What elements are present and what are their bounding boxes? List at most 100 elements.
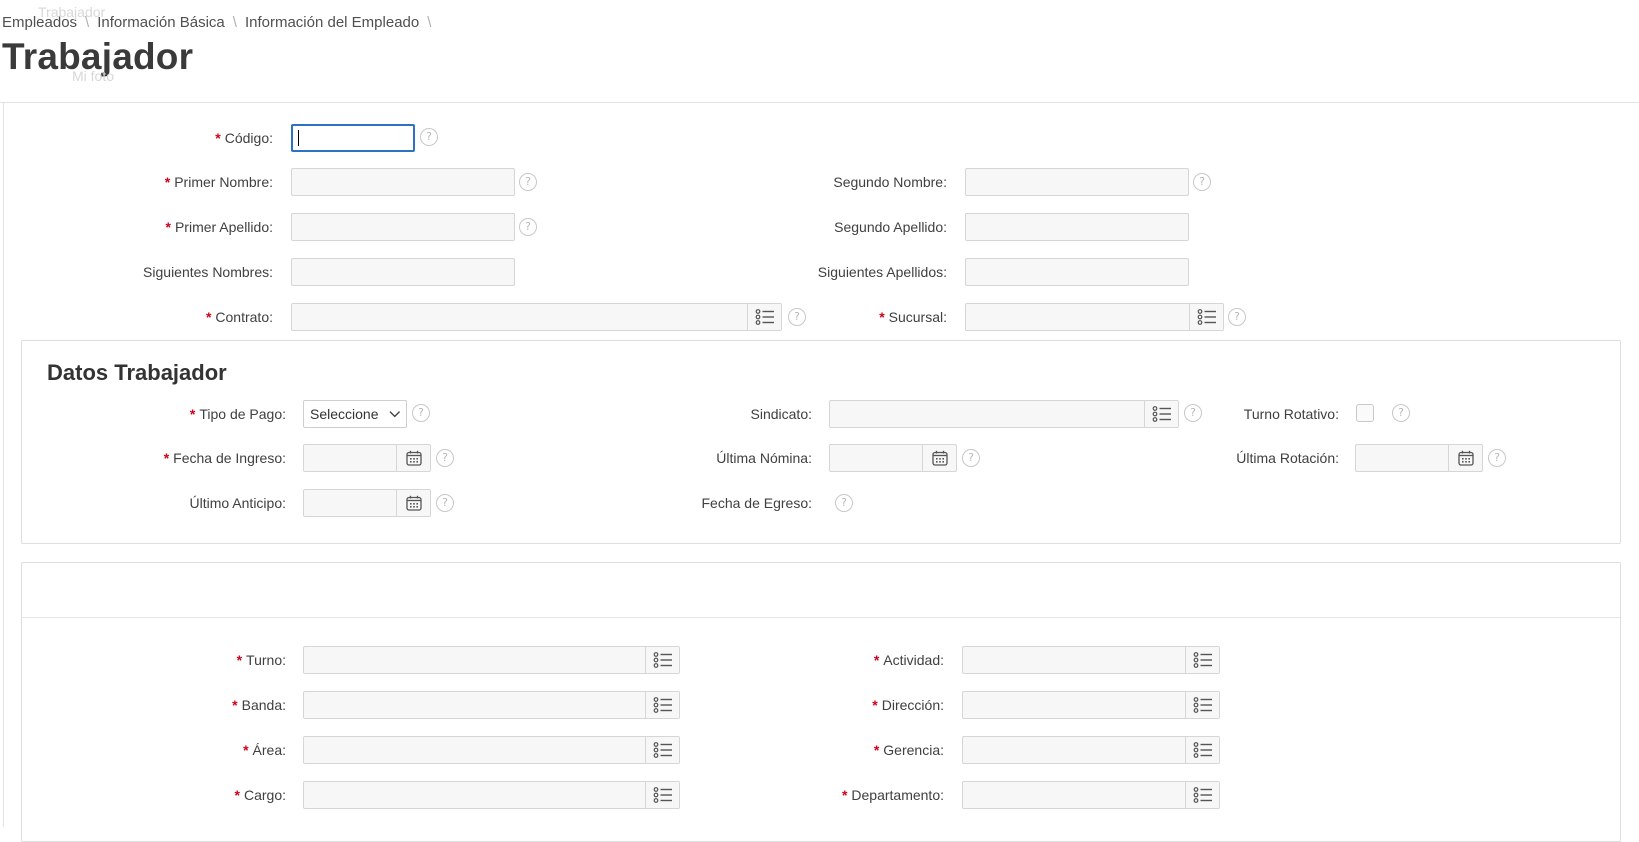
ultimo-anticipo-input[interactable] xyxy=(304,490,396,516)
segundo-nombre-help-icon[interactable]: ? xyxy=(1193,173,1211,191)
turno-rotativo-checkbox[interactable] xyxy=(1356,404,1374,422)
fecha-ingreso-calendar-button[interactable] xyxy=(396,445,430,471)
siguientes-nombres-input[interactable] xyxy=(291,258,515,286)
required-marker: * xyxy=(873,652,880,668)
fecha-ingreso-help-icon[interactable]: ? xyxy=(436,449,454,467)
contrato-help-icon[interactable]: ? xyxy=(788,308,806,326)
list-icon xyxy=(653,787,673,803)
fecha-egreso-help-icon[interactable]: ? xyxy=(835,494,853,512)
ultima-nomina-calendar-button[interactable] xyxy=(922,445,956,471)
siguientes-apellidos-label: Siguientes Apellidos: xyxy=(817,264,947,280)
tipo-pago-selected: Seleccione xyxy=(310,406,379,422)
departamento-list-button[interactable] xyxy=(1185,782,1219,808)
actividad-input[interactable] xyxy=(963,647,1185,673)
departamento-label: * Departamento: xyxy=(841,787,944,803)
contrato-input[interactable] xyxy=(292,304,747,330)
ultima-nomina-datepicker xyxy=(829,444,957,472)
chevron-down-icon xyxy=(388,411,400,418)
actividad-lov xyxy=(962,646,1220,674)
direccion-label: * Dirección: xyxy=(872,697,944,713)
ultimo-anticipo-calendar-button[interactable] xyxy=(396,490,430,516)
ultimo-anticipo-label: Último Anticipo: xyxy=(189,495,286,511)
required-marker: * xyxy=(243,742,249,758)
datos-trabajador-title: Datos Trabajador xyxy=(47,360,227,385)
direccion-list-button[interactable] xyxy=(1185,692,1219,718)
ultima-nomina-label: Última Nómina: xyxy=(716,450,812,466)
area-input[interactable] xyxy=(304,737,645,763)
required-marker: * xyxy=(165,219,171,235)
primer-apellido-input[interactable] xyxy=(291,213,515,241)
turno-lov xyxy=(303,646,680,674)
codigo-input[interactable] xyxy=(291,124,415,152)
turno-rotativo-label: Turno Rotativo: xyxy=(1243,406,1339,422)
gerencia-list-button[interactable] xyxy=(1185,737,1219,763)
fecha-ingreso-datepicker xyxy=(303,444,431,472)
turno-rotativo-help-icon[interactable]: ? xyxy=(1392,404,1410,422)
ultima-rotacion-input[interactable] xyxy=(1356,445,1448,471)
primer-nombre-label: * Primer Nombre: xyxy=(164,174,273,190)
contrato-list-button[interactable] xyxy=(747,304,781,330)
banda-list-button[interactable] xyxy=(645,692,679,718)
sindicato-input[interactable] xyxy=(830,401,1144,427)
header-divider xyxy=(0,102,1639,103)
required-marker: * xyxy=(215,130,221,146)
actividad-list-button[interactable] xyxy=(1185,647,1219,673)
gerencia-label: * Gerencia: xyxy=(873,742,944,758)
sindicato-lov xyxy=(829,400,1179,428)
tipo-pago-select[interactable]: Seleccione xyxy=(303,400,407,428)
ultima-nomina-input[interactable] xyxy=(830,445,922,471)
required-marker: * xyxy=(205,309,212,325)
list-icon xyxy=(1193,652,1213,668)
tipo-pago-help-icon[interactable]: ? xyxy=(412,404,430,422)
fecha-egreso-label: Fecha de Egreso: xyxy=(701,495,812,511)
segundo-apellido-input[interactable] xyxy=(965,213,1189,241)
breadcrumb-item-informacion-empleado[interactable]: Información del Empleado xyxy=(245,14,419,31)
area-lov xyxy=(303,736,680,764)
area-list-button[interactable] xyxy=(645,737,679,763)
sucursal-list-button[interactable] xyxy=(1189,304,1223,330)
codigo-help-icon[interactable]: ? xyxy=(420,128,438,146)
sucursal-help-icon[interactable]: ? xyxy=(1228,308,1246,326)
sucursal-input[interactable] xyxy=(966,304,1189,330)
list-icon xyxy=(1152,406,1172,422)
breadcrumb-separator: \ xyxy=(427,13,432,31)
siguientes-apellidos-input[interactable] xyxy=(965,258,1189,286)
primer-apellido-help-icon[interactable]: ? xyxy=(519,218,537,236)
ultima-rotacion-calendar-button[interactable] xyxy=(1448,445,1482,471)
gerencia-input[interactable] xyxy=(963,737,1185,763)
cargo-input[interactable] xyxy=(304,782,645,808)
list-icon xyxy=(755,309,775,325)
segundo-nombre-input[interactable] xyxy=(965,168,1189,196)
codigo-label: * Código: xyxy=(215,130,273,146)
primer-nombre-input[interactable] xyxy=(291,168,515,196)
sindicato-list-button[interactable] xyxy=(1144,401,1178,427)
breadcrumb-item-informacion-basica[interactable]: Información Básica xyxy=(97,14,225,31)
calendar-icon xyxy=(1458,450,1474,466)
sucursal-label: * Sucursal: xyxy=(879,309,947,325)
ghost-breadcrumb-text: Trabajador xyxy=(38,4,106,20)
sindicato-help-icon[interactable]: ? xyxy=(1184,404,1202,422)
ultima-rotacion-label: Última Rotación: xyxy=(1236,450,1339,466)
contrato-lov xyxy=(291,303,782,331)
fecha-ingreso-label: * Fecha de Ingreso: xyxy=(163,450,286,466)
banda-input[interactable] xyxy=(304,692,645,718)
gerencia-lov xyxy=(962,736,1220,764)
turno-input[interactable] xyxy=(304,647,645,673)
list-icon xyxy=(1193,742,1213,758)
direccion-lov xyxy=(962,691,1220,719)
ultima-rotacion-help-icon[interactable]: ? xyxy=(1488,449,1506,467)
ultimo-anticipo-help-icon[interactable]: ? xyxy=(436,494,454,512)
departamento-input[interactable] xyxy=(963,782,1185,808)
direccion-input[interactable] xyxy=(963,692,1185,718)
fecha-ingreso-input[interactable] xyxy=(304,445,396,471)
required-marker: * xyxy=(232,697,238,713)
cargo-list-button[interactable] xyxy=(645,782,679,808)
primer-nombre-help-icon[interactable]: ? xyxy=(519,173,537,191)
banda-lov xyxy=(303,691,680,719)
required-marker: * xyxy=(872,697,878,713)
required-marker: * xyxy=(236,652,243,668)
ultima-nomina-help-icon[interactable]: ? xyxy=(962,449,980,467)
ultima-rotacion-datepicker xyxy=(1355,444,1483,472)
segundo-nombre-label: Segundo Nombre: xyxy=(833,174,947,190)
turno-list-button[interactable] xyxy=(645,647,679,673)
